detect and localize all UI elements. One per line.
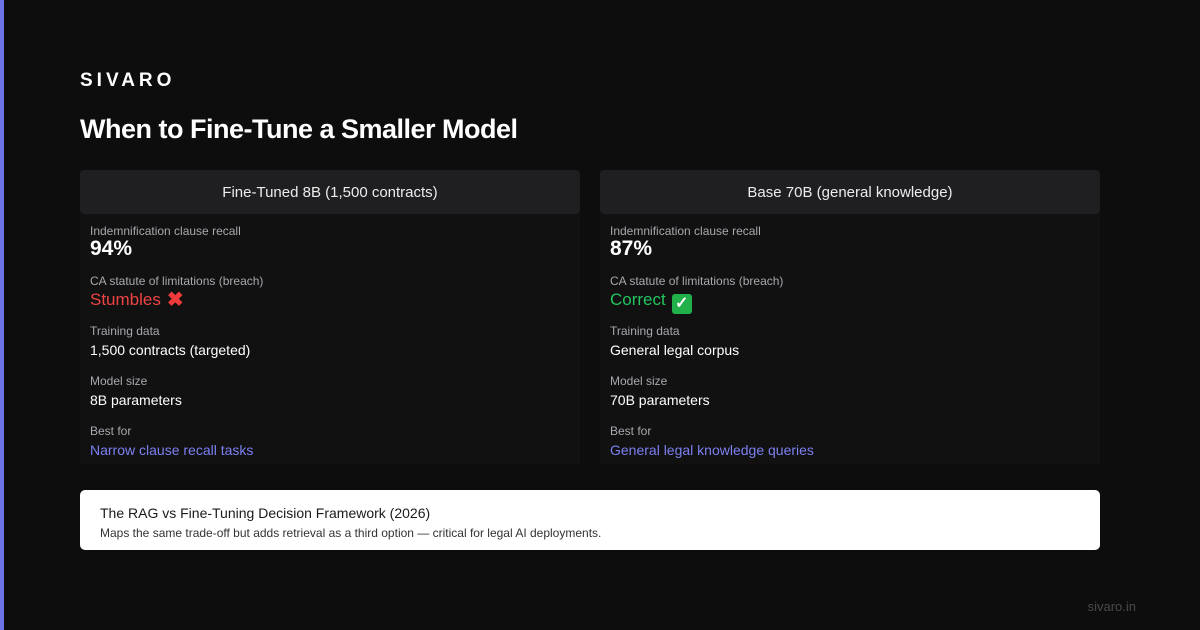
metric-row-statute: CA statute of limitations (breach) Corre… xyxy=(600,264,1100,314)
check-mark-icon: ✓ xyxy=(671,294,692,314)
related-article-card[interactable]: The RAG vs Fine-Tuning Decision Framewor… xyxy=(80,490,1100,550)
metric-value: General legal corpus xyxy=(610,342,740,358)
metric-label: Model size xyxy=(90,374,148,388)
status-text: Stumbles xyxy=(90,290,161,309)
metric-label: Best for xyxy=(610,424,652,438)
metric-label: CA statute of limitations (breach) xyxy=(610,274,784,288)
comparison-column-base: Base 70B (general knowledge) Indemnifica… xyxy=(600,170,1100,464)
metric-label: Best for xyxy=(90,424,132,438)
metric-row-training-data: Training data General legal corpus xyxy=(600,314,1100,364)
metric-value-link: Narrow clause recall tasks xyxy=(90,442,254,458)
metric-label: Training data xyxy=(90,324,160,338)
related-article-description: Maps the same trade-off but adds retriev… xyxy=(100,526,602,540)
metric-value: 94% xyxy=(90,237,133,260)
metric-value: 8B parameters xyxy=(90,392,182,408)
metric-row-model-size: Model size 70B parameters xyxy=(600,364,1100,414)
metric-row-recall: Indemnification clause recall 94% xyxy=(80,214,580,264)
metric-row-model-size: Model size 8B parameters xyxy=(80,364,580,414)
metric-label: Indemnification clause recall xyxy=(610,224,761,238)
metric-value-status: Stumbles ✖ xyxy=(90,290,570,310)
column-header: Base 70B (general knowledge) xyxy=(600,170,1100,214)
metric-row-recall: Indemnification clause recall 87% xyxy=(600,214,1100,264)
metric-value: 87% xyxy=(610,237,653,260)
metric-label: Training data xyxy=(610,324,680,338)
accent-bar xyxy=(0,0,4,630)
metric-value: 70B parameters xyxy=(610,392,710,408)
related-article-title[interactable]: The RAG vs Fine-Tuning Decision Framewor… xyxy=(100,505,1080,521)
metric-label: Model size xyxy=(610,374,668,388)
column-header: Fine-Tuned 8B (1,500 contracts) xyxy=(80,170,580,214)
metric-value-status: Correct ✓ xyxy=(610,290,1090,314)
metric-row-training-data: Training data 1,500 contracts (targeted) xyxy=(80,314,580,364)
metric-row-statute: CA statute of limitations (breach) Stumb… xyxy=(80,264,580,314)
comparison-column-fine-tuned: Fine-Tuned 8B (1,500 contracts) Indemnif… xyxy=(80,170,580,464)
brand-logo: SIVARO xyxy=(80,70,176,91)
metric-label: CA statute of limitations (breach) xyxy=(90,274,264,288)
metric-row-best-for: Best for General legal knowledge queries xyxy=(600,414,1100,464)
metric-row-best-for: Best for Narrow clause recall tasks xyxy=(80,414,580,464)
page-title: When to Fine-Tune a Smaller Model xyxy=(80,114,518,144)
metric-label: Indemnification clause recall xyxy=(90,224,241,238)
metric-value-link: General legal knowledge queries xyxy=(610,442,814,458)
metric-value: 1,500 contracts (targeted) xyxy=(90,342,251,358)
footer-domain: sivaro.in xyxy=(1087,599,1136,614)
status-text: Correct xyxy=(610,290,666,309)
cross-mark-icon: ✖ xyxy=(166,289,184,311)
